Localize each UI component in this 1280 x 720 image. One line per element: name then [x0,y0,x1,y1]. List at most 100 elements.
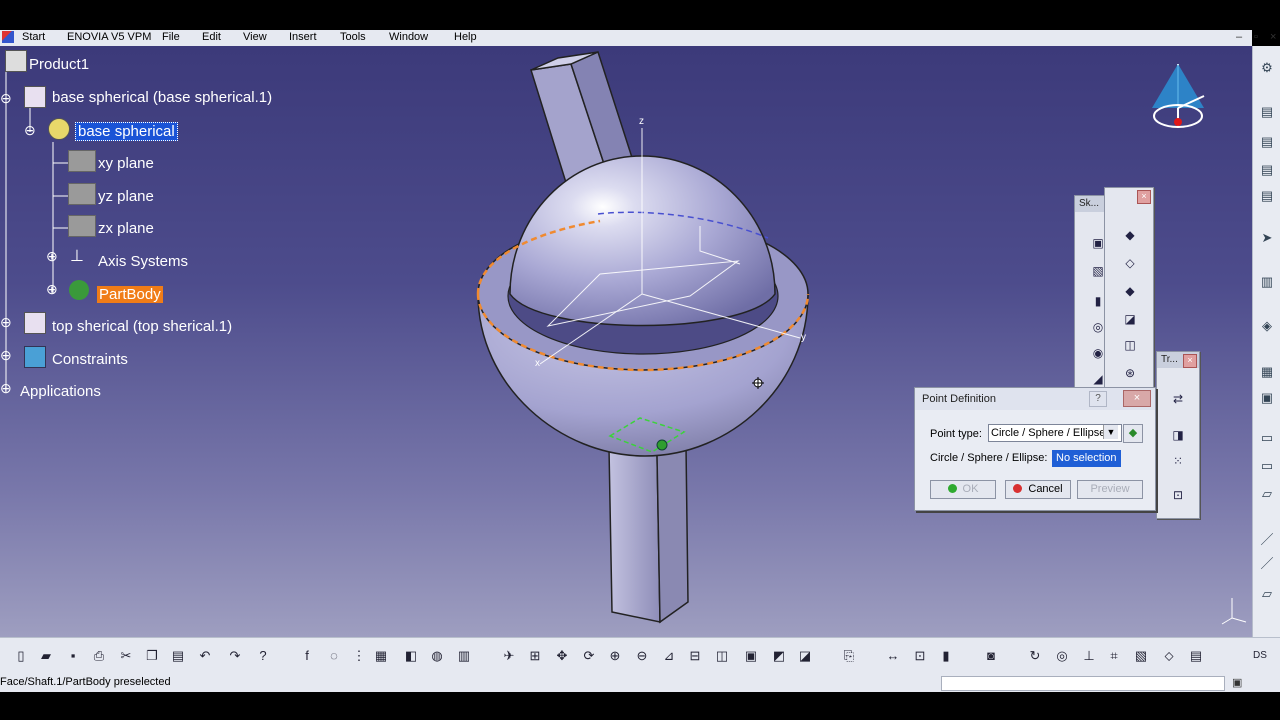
ok-button[interactable]: OK [930,480,996,499]
expand-icon[interactable]: ⊕ [46,248,58,265]
tree-yz-plane[interactable]: yz plane [98,188,154,205]
component-icon[interactable] [24,312,46,334]
tree-partbody[interactable]: PartBody [97,286,163,303]
tool-icon[interactable]: ⌗ [1105,647,1123,665]
tree-top-instance[interactable]: top sherical (top sherical.1) [52,318,232,335]
undo-icon[interactable]: ↶ [196,647,214,665]
target-selection-field[interactable]: No selection [1052,450,1121,467]
select-arrow-icon[interactable]: ➤ [1259,230,1275,246]
open-icon[interactable]: ▰ [37,647,55,665]
thread-icon[interactable]: ⊛ [1121,364,1139,382]
restore-icon[interactable]: ▫ [1254,31,1258,43]
expand-icon[interactable]: ⊕ [46,281,58,298]
collapse-icon[interactable]: ⊖ [24,122,36,139]
menu-insert[interactable]: Insert [289,31,317,43]
thickness-icon[interactable]: ◫ [1121,336,1139,354]
axis-tool-icon[interactable]: ⊥ [1080,647,1098,665]
formula-icon[interactable]: f [298,647,316,665]
expand-icon[interactable]: ⊕ [0,314,12,331]
gear-icon[interactable]: ⚙ [1259,60,1275,76]
tool-icon[interactable]: ▥ [1259,274,1275,290]
tool-icon[interactable]: ▥ [455,647,473,665]
tool-icon[interactable]: ▭ [1259,430,1275,446]
plane-icon[interactable] [68,150,96,172]
point-type-select[interactable]: Circle / Sphere / Ellipse [988,424,1122,442]
fit-all-icon[interactable]: ⊞ [526,647,544,665]
close-icon[interactable]: × [1137,190,1151,204]
tool-icon[interactable]: ▧ [1132,647,1150,665]
new-icon[interactable]: ▯ [12,647,30,665]
translation-icon[interactable]: ⇄ [1169,390,1187,408]
catia-logo-icon[interactable] [2,31,14,43]
tool-icon[interactable]: ／ [1259,532,1275,548]
tool-icon[interactable]: ▤ [1259,134,1275,150]
tool-icon[interactable]: ⎘ [840,647,858,665]
menu-window[interactable]: Window [389,31,428,43]
scaling-icon[interactable]: ⊡ [1169,486,1187,504]
mirror-icon[interactable]: ◨ [1169,426,1187,444]
command-input[interactable] [941,676,1225,691]
plane-icon[interactable] [68,183,96,205]
tool-icon[interactable]: ▤ [1259,162,1275,178]
menu-view[interactable]: View [243,31,267,43]
tree-xy-plane[interactable]: xy plane [98,155,154,172]
chevron-down-icon[interactable]: ▼ [1103,425,1118,439]
tool-icon[interactable]: ◎ [1053,647,1071,665]
product-icon[interactable] [5,50,27,72]
print-icon[interactable]: ⎙ [90,647,108,665]
tool-icon[interactable]: ▤ [1259,104,1275,120]
update-icon[interactable]: ↻ [1026,647,1044,665]
help-button[interactable]: ? [1089,391,1107,407]
tool-icon[interactable]: ／ [1259,556,1275,572]
collapse-icon[interactable]: ⊖ [0,90,12,107]
measure-between-icon[interactable]: ↔ [884,647,902,665]
iso-view-icon[interactable]: ◫ [713,647,731,665]
tool-icon[interactable]: ◍ [428,647,446,665]
tool-icon[interactable]: ▭ [1259,458,1275,474]
tree-product[interactable]: Product1 [29,56,89,73]
tree-constraints[interactable]: Constraints [52,351,128,368]
catalog-icon[interactable]: ▦ [372,647,390,665]
capture-icon[interactable]: ◙ [982,647,1000,665]
menu-tools[interactable]: Tools [340,31,366,43]
fillet-icon[interactable]: ◆ [1121,226,1139,244]
rotate-icon[interactable]: ⟳ [580,647,598,665]
menu-start[interactable]: Start [22,31,45,43]
tool-icon[interactable]: ◈ [1259,318,1275,334]
paste-icon[interactable]: ▤ [169,647,187,665]
close-icon[interactable]: × [1183,354,1197,368]
shell-icon[interactable]: ◪ [1121,310,1139,328]
menu-edit[interactable]: Edit [202,31,221,43]
measure-item-icon[interactable]: ⊡ [911,647,929,665]
whats-this-icon[interactable]: ? [254,647,272,665]
pattern-icon[interactable]: ⁙ [1169,452,1187,470]
tree-applications[interactable]: Applications [20,383,101,400]
minimize-icon[interactable]: – [1236,31,1242,43]
save-icon[interactable]: ▪ [64,647,82,665]
cancel-button[interactable]: Cancel [1005,480,1071,499]
fly-icon[interactable]: ✈ [500,647,518,665]
redo-icon[interactable]: ↷ [226,647,244,665]
menu-help[interactable]: Help [454,31,477,43]
close-button[interactable]: × [1123,390,1151,407]
plane-icon[interactable] [68,215,96,237]
tool-icon[interactable]: ▤ [1259,188,1275,204]
tool-icon[interactable]: ▦ [1259,364,1275,380]
preview-button[interactable]: Preview [1077,480,1143,499]
tree-base-part[interactable]: base spherical [75,122,178,141]
tool-icon[interactable]: ◧ [402,647,420,665]
render-style-icon[interactable]: ▣ [742,647,760,665]
menu-enovia[interactable]: ENOVIA V5 VPM [67,31,151,43]
tree-base-instance[interactable]: base spherical (base spherical.1) [52,89,272,106]
knowledge-icon[interactable]: ◌ [325,647,343,665]
copy-icon[interactable]: ❐ [143,647,161,665]
cut-icon[interactable]: ✂ [117,647,135,665]
draft-icon[interactable]: ◆ [1121,282,1139,300]
tool-icon[interactable]: ▱ [1259,486,1275,502]
chamfer-icon[interactable]: ◇ [1121,254,1139,272]
part-gear-icon[interactable] [48,118,70,140]
hide-show-icon[interactable]: ◩ [770,647,788,665]
tool-icon[interactable]: ▱ [1259,586,1275,602]
constraints-icon[interactable] [24,346,46,368]
tool-icon[interactable]: ▣ [1259,390,1275,406]
